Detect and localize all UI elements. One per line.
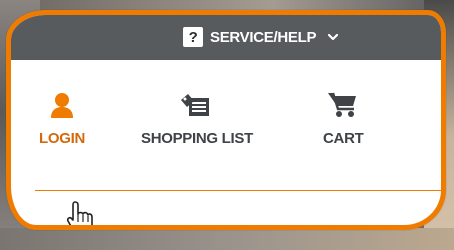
nav-shopping-list[interactable]: SHOPPING LIST [141, 90, 253, 147]
nav-login[interactable]: LOGIN [39, 90, 85, 147]
nav-shopping-list-label: SHOPPING LIST [141, 130, 253, 147]
user-icon [50, 90, 74, 118]
top-service-bar: ? SERVICE/HELP [11, 15, 441, 60]
service-help-label: SERVICE/HELP [210, 28, 317, 46]
question-icon: ? [183, 27, 203, 47]
nav-cart[interactable]: CART [323, 90, 364, 147]
orange-divider [35, 190, 441, 191]
main-nav: LOGIN SHOPPING LIST CART [11, 60, 441, 225]
hand-cursor-icon [66, 201, 93, 225]
chevron-down-icon [328, 33, 339, 41]
nav-login-label: LOGIN [39, 130, 85, 147]
nav-cart-label: CART [323, 130, 364, 147]
service-help-dropdown[interactable]: ? SERVICE/HELP [183, 25, 339, 49]
cart-icon [327, 90, 359, 118]
header-popup-frame: ? SERVICE/HELP LOGIN SHOPPING LIST CART [6, 10, 446, 230]
background-bottom [0, 228, 454, 250]
shopping-list-icon [179, 90, 215, 118]
